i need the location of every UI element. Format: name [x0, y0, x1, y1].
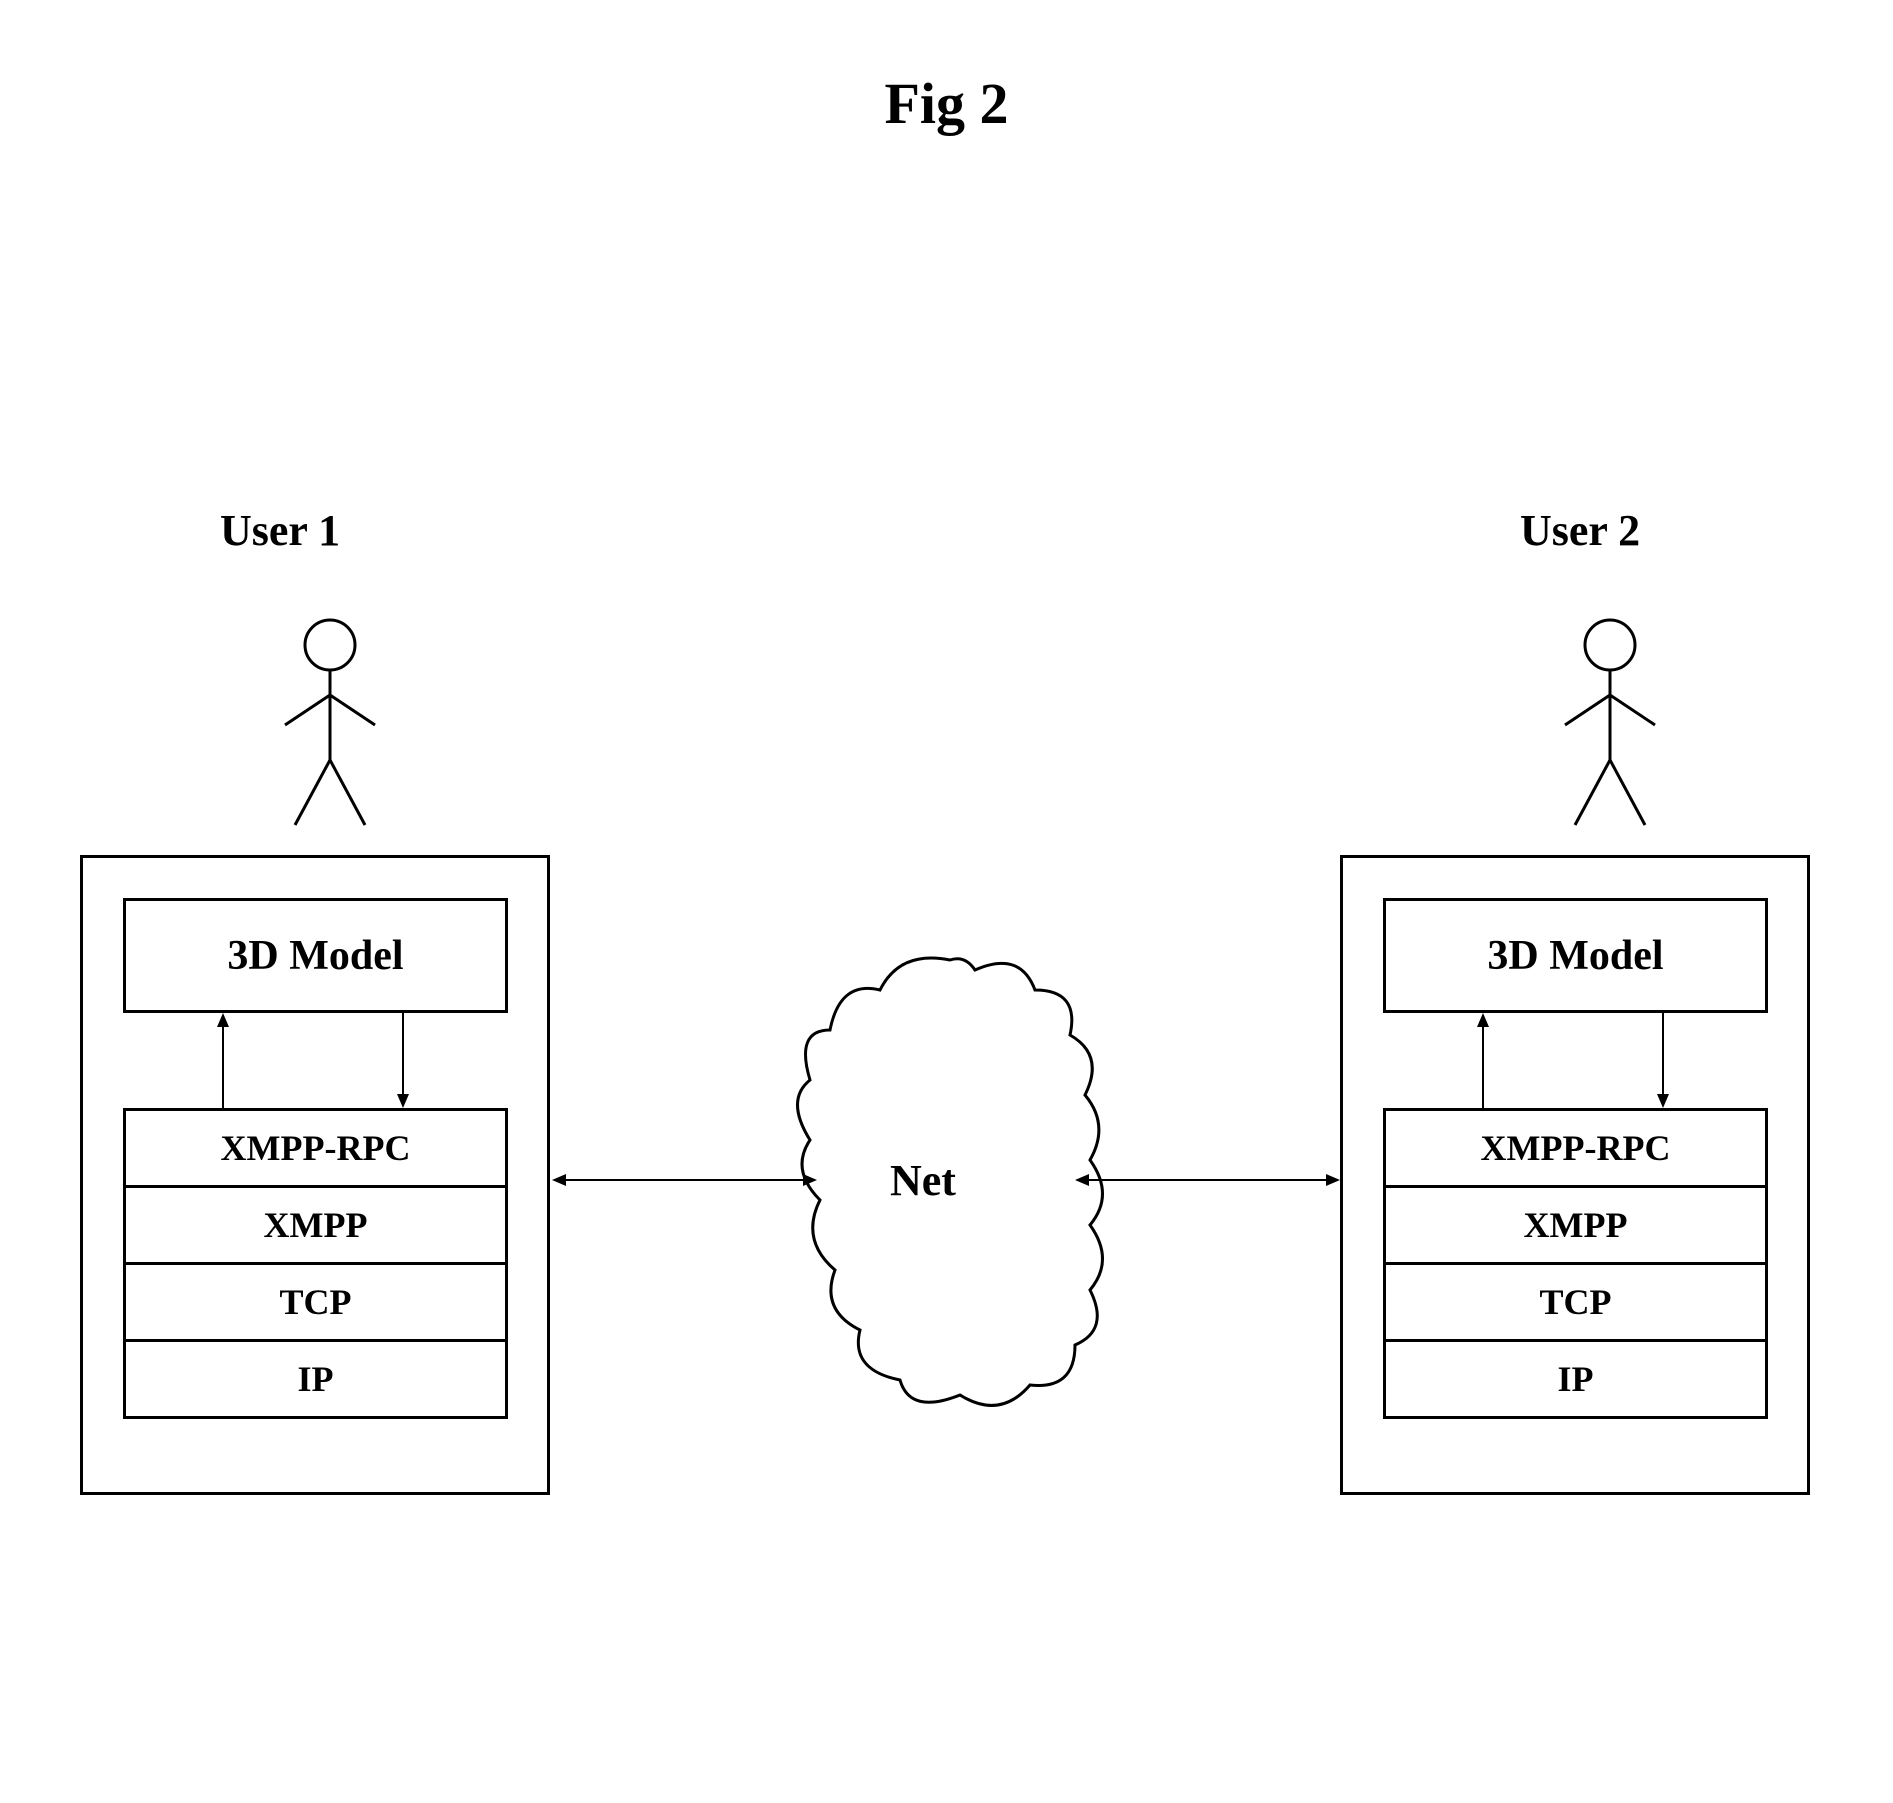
user2-protocol-stack: XMPP-RPC XMPP TCP IP — [1383, 1108, 1768, 1419]
figure-title: Fig 2 — [884, 70, 1008, 137]
user1-layer-xmpp: XMPP — [123, 1185, 508, 1265]
user1-layer-tcp: TCP — [123, 1262, 508, 1342]
user2-arrow-down-icon — [1653, 1013, 1673, 1108]
user1-layer-ip: IP — [123, 1339, 508, 1419]
user2-3d-model-box: 3D Model — [1383, 898, 1768, 1013]
user2-stick-figure-icon — [1550, 615, 1670, 835]
user2-layer-xmpp-rpc: XMPP-RPC — [1383, 1108, 1768, 1188]
user2-layer-ip: IP — [1383, 1339, 1768, 1419]
user2-layer-xmpp: XMPP — [1383, 1185, 1768, 1265]
user2-label: User 2 — [1520, 505, 1640, 556]
user1-layer-xmpp-rpc: XMPP-RPC — [123, 1108, 508, 1188]
user1-arrow-down-icon — [393, 1013, 413, 1108]
user1-label: User 1 — [220, 505, 340, 556]
user2-arrow-up-icon — [1473, 1013, 1493, 1108]
left-connection-arrow-icon — [552, 1170, 817, 1190]
user1-network-stack-box: 3D Model XMPP-RPC XMPP TCP IP — [80, 855, 550, 1495]
user2-network-stack-box: 3D Model XMPP-RPC XMPP TCP IP — [1340, 855, 1810, 1495]
user1-stick-figure-icon — [270, 615, 390, 835]
user2-layer-tcp: TCP — [1383, 1262, 1768, 1342]
user1-3d-model-box: 3D Model — [123, 898, 508, 1013]
user1-arrow-up-icon — [213, 1013, 233, 1108]
right-connection-arrow-icon — [1075, 1170, 1340, 1190]
user1-protocol-stack: XMPP-RPC XMPP TCP IP — [123, 1108, 508, 1419]
net-label: Net — [890, 1155, 956, 1206]
